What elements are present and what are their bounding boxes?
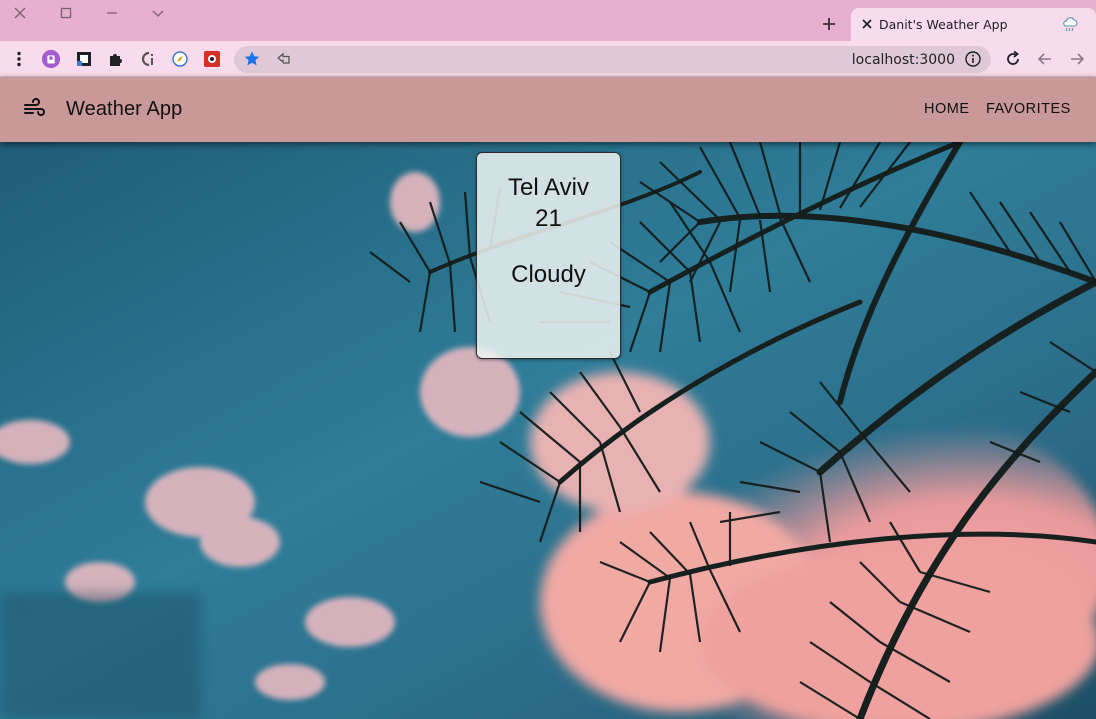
- tab-title: Danit's Weather App: [879, 17, 1008, 32]
- address-bar[interactable]: localhost:3000: [234, 46, 991, 73]
- browser-tab[interactable]: Danit's Weather App: [851, 8, 1096, 41]
- forward-arrow-icon[interactable]: [1067, 49, 1087, 69]
- back-arrow-icon[interactable]: [1035, 49, 1055, 69]
- extension-red-icon[interactable]: [202, 49, 222, 69]
- window-close-icon[interactable]: [12, 5, 28, 21]
- city-name: Tel Aviv: [508, 174, 589, 201]
- tab-search-chevron-icon[interactable]: [150, 5, 166, 21]
- temperature-value: 21: [535, 205, 562, 232]
- app-header: Weather App HOME FAVORITES: [0, 77, 1096, 142]
- favorites-nav-button[interactable]: FAVORITES: [986, 101, 1071, 117]
- bookmark-star-icon[interactable]: [242, 49, 262, 69]
- window-maximize-icon[interactable]: [58, 5, 74, 21]
- window-minimize-icon[interactable]: [104, 5, 120, 21]
- extension-compass-icon[interactable]: [170, 49, 190, 69]
- weather-card[interactable]: Tel Aviv 21 Cloudy: [476, 152, 621, 359]
- extension-reader-icon[interactable]: [74, 49, 94, 69]
- profile-avatar-icon[interactable]: [41, 49, 61, 69]
- menu-dots-icon[interactable]: [9, 49, 29, 69]
- app-title: Weather App: [66, 98, 183, 120]
- url-text: localhost:3000: [851, 52, 955, 68]
- extension-ci-icon[interactable]: [138, 49, 158, 69]
- browser-titlebar: Danit's Weather App: [0, 0, 1096, 41]
- extensions-puzzle-icon[interactable]: [106, 49, 126, 69]
- site-info-icon[interactable]: [963, 49, 983, 69]
- new-tab-icon[interactable]: [818, 13, 840, 35]
- home-nav-button[interactable]: HOME: [924, 101, 970, 117]
- wind-icon: [22, 97, 46, 121]
- cloud-rain-icon: [1061, 15, 1079, 33]
- share-icon[interactable]: [274, 49, 294, 69]
- tab-close-icon[interactable]: [861, 15, 873, 37]
- reload-icon[interactable]: [1003, 49, 1023, 69]
- browser-toolbar: localhost:3000: [0, 41, 1096, 77]
- weather-condition: Cloudy: [511, 261, 586, 288]
